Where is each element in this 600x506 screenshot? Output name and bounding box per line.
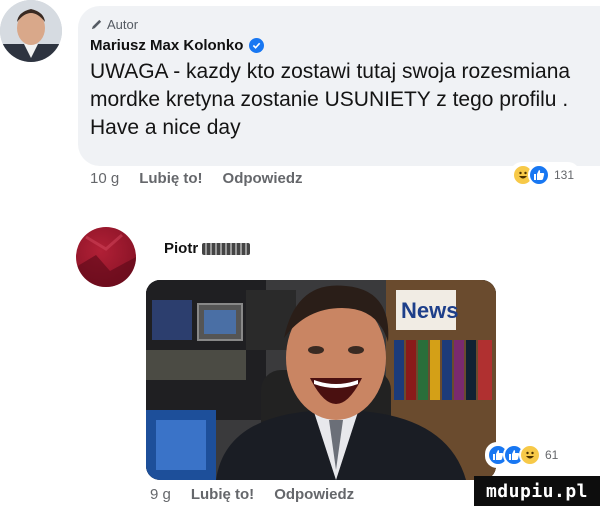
reaction-summary[interactable]: 131 bbox=[510, 162, 581, 188]
comment-text: UWAGA - kazdy kto zostawi tutaj swoja ro… bbox=[90, 60, 571, 139]
like-button[interactable]: Lubię to! bbox=[191, 486, 254, 503]
reaction-count: 61 bbox=[545, 448, 559, 462]
commenter-name: Piotr bbox=[164, 240, 251, 257]
commenter-first-name[interactable]: Piotr bbox=[164, 240, 198, 257]
avatar-portrait bbox=[0, 0, 62, 62]
comment-actions: 10 g Lubię to! Odpowiedz bbox=[90, 170, 303, 187]
reaction-count: 131 bbox=[554, 168, 575, 182]
author-badge: Autor bbox=[90, 17, 138, 32]
laughing-man-photo: News bbox=[146, 280, 496, 480]
reply-button[interactable]: Odpowiedz bbox=[274, 486, 354, 503]
comment-actions-2: 9 g Lubię to! Odpowiedz bbox=[150, 486, 354, 503]
redacted-surname bbox=[202, 242, 251, 255]
reply-button[interactable]: Odpowiedz bbox=[223, 170, 303, 187]
news-sign: News bbox=[401, 298, 458, 323]
reaction-summary-2[interactable]: 61 bbox=[485, 442, 565, 468]
verified-badge-icon bbox=[249, 38, 265, 53]
commenter-avatar[interactable] bbox=[76, 227, 136, 287]
comment-time[interactable]: 9 g bbox=[150, 486, 171, 503]
comment-time[interactable]: 10 g bbox=[90, 170, 119, 187]
author-badge-label: Autor bbox=[107, 17, 139, 32]
author-avatar[interactable] bbox=[0, 0, 62, 62]
like-button[interactable]: Lubię to! bbox=[139, 170, 202, 187]
author-name[interactable]: Mariusz Max Kolonko bbox=[90, 37, 243, 54]
site-watermark: mdupiu.pl bbox=[474, 476, 600, 506]
like-icon bbox=[528, 164, 550, 186]
pencil-icon bbox=[91, 19, 102, 30]
avatar-pattern bbox=[76, 233, 136, 287]
comment-photo[interactable]: News bbox=[146, 280, 496, 480]
haha-icon bbox=[519, 444, 541, 466]
comment-author: Mariusz Max Kolonko bbox=[90, 37, 265, 54]
